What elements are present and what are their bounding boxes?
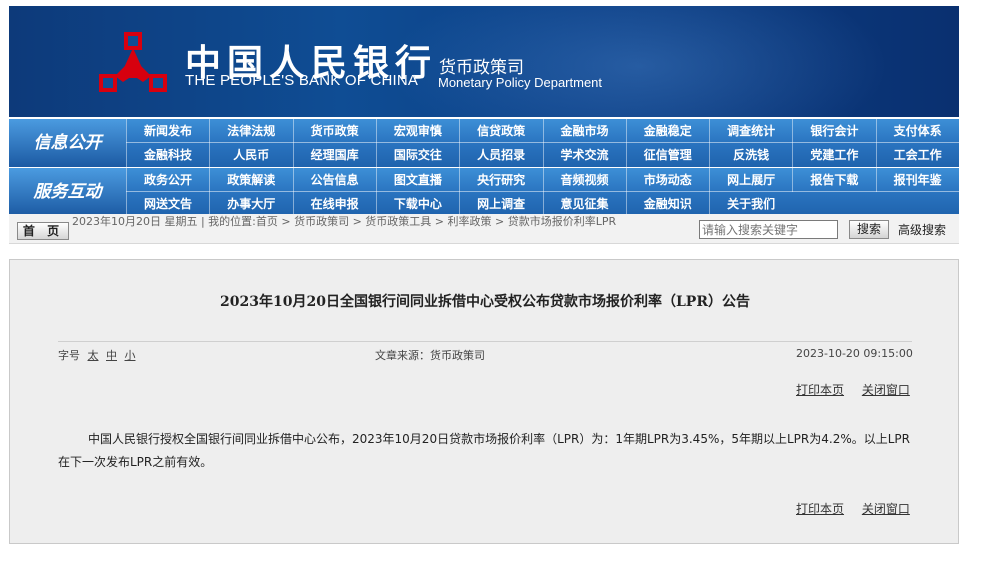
nav-item[interactable]: 党建工作 (792, 143, 875, 167)
nav-item[interactable]: 报刊年鉴 (875, 168, 959, 192)
site-banner: 中国人民银行 THE PEOPLE'S BANK OF CHINA 货币政策司 … (9, 6, 959, 117)
nav-group-service-interaction: 服务互动 政务公开 政策解读 公告信息 图文直播 央行研究 音频视频 市场动态 网上展厅 报告下… (9, 168, 959, 216)
nav-item[interactable]: 政策解读 (209, 168, 292, 192)
nav-item[interactable]: 图文直播 (375, 168, 459, 192)
nav-group-title[interactable]: 服务互动 (9, 168, 126, 216)
nav-item[interactable]: 人民币 (209, 143, 292, 167)
nav-item[interactable]: 公告信息 (292, 168, 376, 192)
nav-item[interactable]: 网上展厅 (709, 168, 792, 192)
divider (58, 341, 912, 342)
nav-item[interactable]: 在线申报 (292, 192, 376, 216)
font-size-label: 字号 (58, 349, 80, 362)
pboc-logo-icon (99, 32, 167, 92)
close-window-link[interactable]: 关闭窗口 (862, 502, 910, 516)
nav-item[interactable]: 下载中心 (375, 192, 459, 216)
nav-item[interactable]: 央行研究 (459, 168, 542, 192)
breadcrumb-bar: 首 页 2023年10月20日 星期五 | 我的位置:首页 > 货币政策司 > … (9, 214, 959, 244)
search-input[interactable] (699, 220, 838, 239)
department-name-en: Monetary Policy Department (438, 75, 603, 90)
nav-item[interactable]: 关于我们 (709, 192, 792, 216)
nav-item[interactable]: 办事大厅 (209, 192, 292, 216)
nav-item[interactable]: 反洗钱 (709, 143, 792, 167)
nav-item[interactable]: 政务公开 (126, 168, 209, 192)
nav-item[interactable]: 市场动态 (625, 168, 709, 192)
nav-item[interactable]: 货币政策 (292, 119, 376, 143)
nav-item[interactable]: 支付体系 (875, 119, 959, 143)
search-button[interactable]: 搜索 (849, 220, 889, 239)
nav-item[interactable]: 人员招录 (459, 143, 542, 167)
print-link[interactable]: 打印本页 (796, 502, 844, 516)
nav-item[interactable]: 宏观审慎 (375, 119, 459, 143)
font-size-medium-link[interactable]: 中 (106, 349, 117, 362)
nav-group-title[interactable]: 信息公开 (9, 119, 126, 167)
home-button[interactable]: 首 页 (17, 222, 69, 240)
nav-item[interactable]: 调查统计 (709, 119, 792, 143)
article-actions-bottom: 打印本页 关闭窗口 (796, 500, 924, 517)
nav-item[interactable]: 网上调查 (459, 192, 542, 216)
nav-item[interactable]: 金融市场 (542, 119, 626, 143)
nav-item[interactable]: 学术交流 (542, 143, 626, 167)
nav-item[interactable]: 意见征集 (542, 192, 626, 216)
nav-items: 新闻发布 法律法规 货币政策 宏观审慎 信贷政策 金融市场 金融稳定 调查统计 银行会计 支付体系… (126, 119, 959, 167)
nav-item[interactable]: 征信管理 (625, 143, 709, 167)
nav-item[interactable]: 国际交往 (375, 143, 459, 167)
print-link[interactable]: 打印本页 (796, 383, 844, 397)
nav-item[interactable]: 法律法规 (209, 119, 292, 143)
nav-item[interactable]: 金融稳定 (625, 119, 709, 143)
main-navigation: 信息公开 新闻发布 法律法规 货币政策 宏观审慎 信贷政策 金融市场 金融稳定 调查统计 银行会… (9, 117, 959, 216)
article-source: 文章来源：货币政策司 (375, 349, 485, 362)
font-size-controls: 字号 太 中 小 (58, 347, 136, 363)
article-title: 2023年10月20日全国银行间同业拆借中心受权公布贷款市场报价利率（LPR）公… (220, 294, 750, 310)
article-datetime: 2023-10-20 09:15:00 (796, 347, 913, 360)
article-panel: 2023年10月20日全国银行间同业拆借中心受权公布贷款市场报价利率（LPR）公… (9, 259, 959, 544)
nav-group-info-disclosure: 信息公开 新闻发布 法律法规 货币政策 宏观审慎 信贷政策 金融市场 金融稳定 调查统计 银行会… (9, 119, 959, 167)
nav-item[interactable]: 工会工作 (875, 143, 959, 167)
nav-item[interactable]: 金融知识 (625, 192, 709, 216)
nav-row-divider (126, 191, 959, 192)
font-size-large-link[interactable]: 太 (88, 349, 99, 362)
nav-items: 政务公开 政策解读 公告信息 图文直播 央行研究 音频视频 市场动态 网上展厅 报告下载 报刊年鉴… (126, 168, 959, 216)
nav-item[interactable]: 网送文告 (126, 192, 209, 216)
nav-item[interactable]: 信贷政策 (459, 119, 542, 143)
breadcrumb: 2023年10月20日 星期五 | 我的位置:首页 > 货币政策司 > 货币政策… (72, 215, 617, 228)
article-body: 中国人民银行授权全国银行间同业拆借中心公布，2023年10月20日贷款市场报价利… (58, 432, 910, 469)
bank-name-en: THE PEOPLE'S BANK OF CHINA (185, 72, 419, 89)
nav-item[interactable]: 新闻发布 (126, 119, 209, 143)
close-window-link[interactable]: 关闭窗口 (862, 383, 910, 397)
nav-item[interactable]: 音频视频 (542, 168, 626, 192)
nav-item[interactable]: 金融科技 (126, 143, 209, 167)
nav-item[interactable]: 经理国库 (292, 143, 376, 167)
font-size-small-link[interactable]: 小 (125, 349, 136, 362)
article-actions-top: 打印本页 关闭窗口 (796, 381, 924, 398)
nav-item[interactable]: 报告下载 (792, 168, 875, 192)
advanced-search-link[interactable]: 高级搜索 (898, 221, 946, 238)
nav-row-divider (126, 142, 959, 143)
nav-item[interactable]: 银行会计 (792, 119, 875, 143)
